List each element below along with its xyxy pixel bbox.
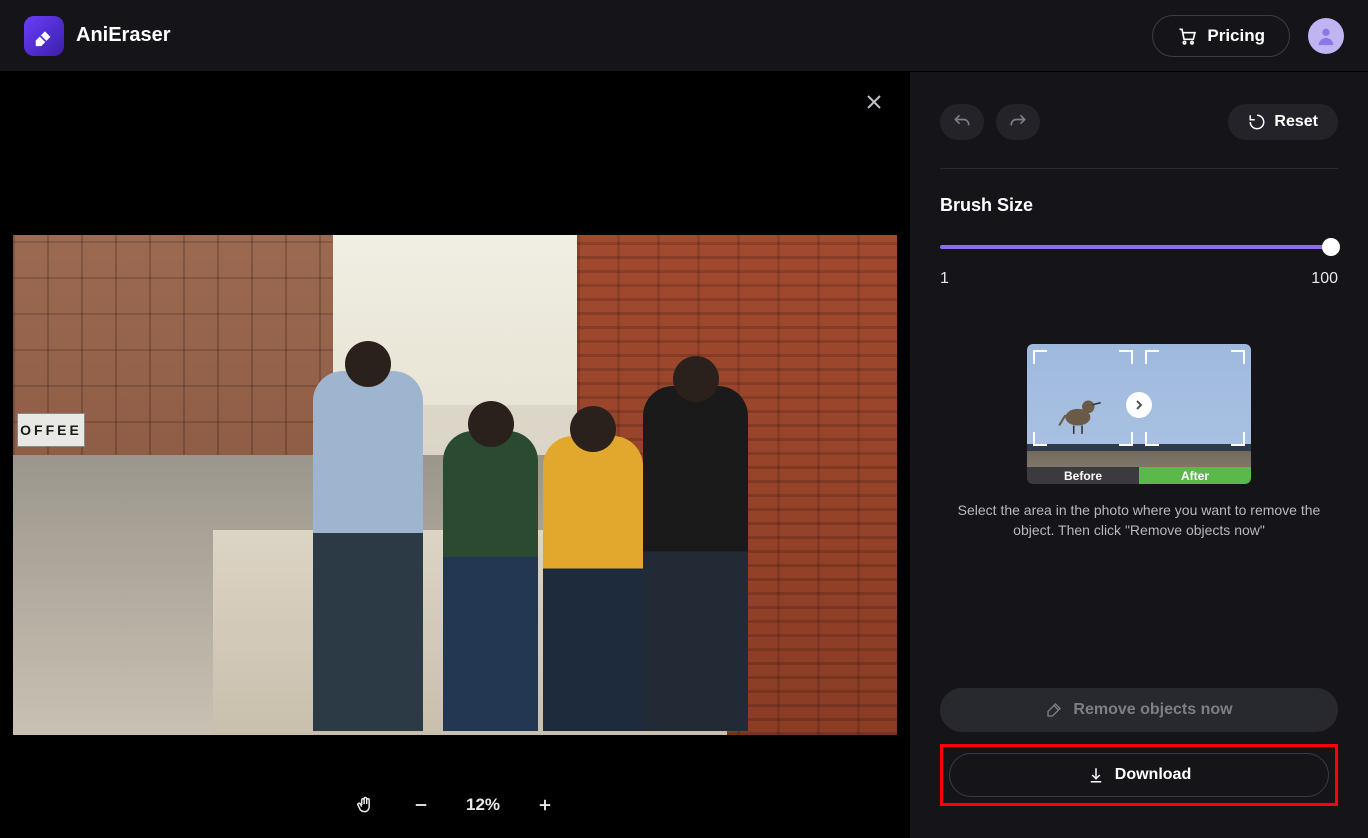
eraser-icon bbox=[24, 16, 64, 56]
close-button[interactable] bbox=[862, 90, 886, 114]
photo-canvas[interactable]: OFFEE bbox=[13, 235, 897, 735]
cart-icon bbox=[1177, 26, 1197, 46]
after-label: After bbox=[1139, 467, 1251, 484]
download-icon bbox=[1087, 766, 1105, 784]
download-label: Download bbox=[1115, 766, 1191, 784]
canvas-area: OFFEE 12% bbox=[0, 72, 910, 838]
plus-icon bbox=[536, 796, 554, 814]
slider-thumb[interactable] bbox=[1322, 238, 1340, 256]
reset-button[interactable]: Reset bbox=[1228, 104, 1338, 140]
instruction-text: Select the area in the photo where you w… bbox=[940, 500, 1338, 541]
avatar[interactable] bbox=[1308, 18, 1344, 54]
brand-area[interactable]: AniEraser bbox=[24, 16, 171, 56]
store-sign-text: OFFEE bbox=[17, 413, 85, 447]
minus-icon bbox=[412, 796, 430, 814]
zoom-value: 12% bbox=[466, 795, 500, 815]
redo-icon bbox=[1008, 112, 1028, 132]
compare-arrow-icon bbox=[1126, 392, 1152, 418]
tutorial-highlight: Download bbox=[940, 744, 1338, 806]
before-label: Before bbox=[1027, 467, 1139, 484]
zoom-out-button[interactable] bbox=[410, 794, 432, 816]
undo-button[interactable] bbox=[940, 104, 984, 140]
download-button[interactable]: Download bbox=[949, 753, 1329, 797]
pricing-button[interactable]: Pricing bbox=[1152, 15, 1290, 57]
bird-icon bbox=[1055, 386, 1107, 438]
pricing-label: Pricing bbox=[1207, 26, 1265, 46]
sidebar: Reset Brush Size 1 100 Before After bbox=[910, 72, 1368, 838]
remove-objects-button[interactable]: Remove objects now bbox=[940, 688, 1338, 732]
zoom-in-button[interactable] bbox=[534, 794, 556, 816]
redo-button[interactable] bbox=[996, 104, 1040, 140]
zoom-toolbar: 12% bbox=[0, 794, 910, 816]
slider-range-labels: 1 100 bbox=[940, 270, 1338, 288]
brush-icon bbox=[1045, 701, 1063, 719]
brush-min: 1 bbox=[940, 270, 949, 288]
brush-size-title: Brush Size bbox=[940, 195, 1338, 216]
hand-icon bbox=[355, 795, 375, 815]
user-icon bbox=[1315, 25, 1337, 47]
history-row: Reset bbox=[940, 104, 1338, 169]
brand-name: AniEraser bbox=[76, 24, 171, 47]
reset-label: Reset bbox=[1274, 113, 1318, 131]
brush-size-slider[interactable] bbox=[940, 238, 1338, 256]
close-icon bbox=[866, 94, 882, 110]
pan-tool[interactable] bbox=[354, 794, 376, 816]
undo-icon bbox=[952, 112, 972, 132]
reset-icon bbox=[1248, 113, 1266, 131]
before-after-preview: Before After bbox=[1027, 344, 1251, 484]
app-header: AniEraser Pricing bbox=[0, 0, 1368, 72]
brush-max: 100 bbox=[1311, 270, 1338, 288]
remove-label: Remove objects now bbox=[1073, 701, 1232, 719]
main-area: OFFEE 12% bbox=[0, 72, 1368, 838]
